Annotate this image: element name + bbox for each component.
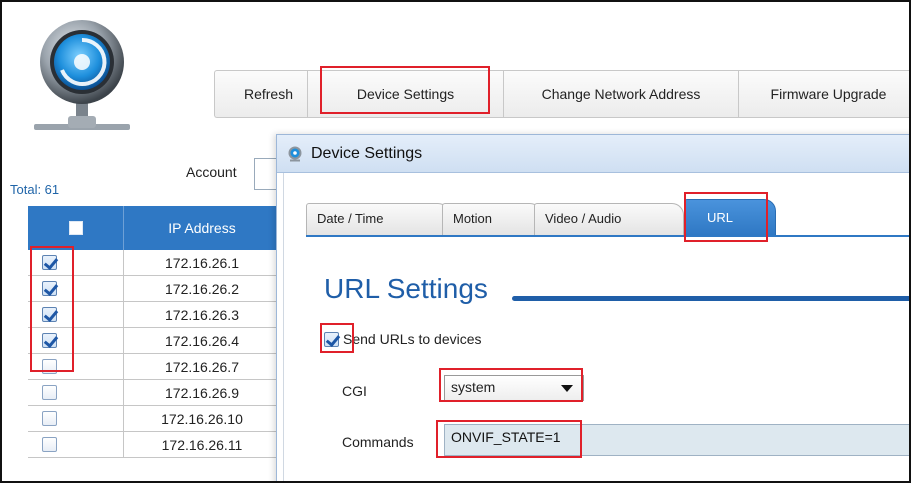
- table-row[interactable]: 172.16.26.1: [28, 250, 280, 276]
- row-checkbox[interactable]: [42, 411, 57, 426]
- tab-video-audio[interactable]: Video / Audio: [534, 203, 684, 235]
- commands-input[interactable]: ONVIF_STATE=1: [444, 424, 909, 456]
- cgi-selected-value: system: [451, 379, 496, 395]
- ip-address-cell: 172.16.26.7: [165, 359, 239, 375]
- row-check-cell: [28, 276, 124, 301]
- table-row[interactable]: 172.16.26.11: [28, 432, 280, 458]
- firmware-upgrade-button[interactable]: Firmware Upgrade: [738, 71, 909, 117]
- app-window: Refresh Device Settings Change Network A…: [0, 0, 911, 483]
- row-checkbox[interactable]: [42, 359, 57, 374]
- row-checkbox[interactable]: [42, 255, 57, 270]
- row-checkbox[interactable]: [42, 437, 57, 452]
- row-check-cell: [28, 302, 124, 327]
- row-check-cell: [28, 432, 124, 457]
- row-check-cell: [28, 406, 124, 431]
- row-checkbox[interactable]: [42, 333, 57, 348]
- row-check-cell: [28, 328, 124, 353]
- device-settings-dialog: Device Settings Date / Time Motion Video…: [276, 134, 909, 481]
- dropdown-arrow-icon: [561, 385, 573, 392]
- select-all-column: [28, 206, 124, 250]
- row-checkbox[interactable]: [42, 281, 57, 296]
- ip-address-cell: 172.16.26.11: [161, 437, 243, 453]
- cgi-select[interactable]: system: [444, 375, 584, 401]
- table-row[interactable]: 172.16.26.10: [28, 406, 280, 432]
- change-network-address-button[interactable]: Change Network Address: [503, 71, 738, 117]
- send-urls-label[interactable]: Send URLs to devices: [343, 331, 482, 347]
- row-checkbox[interactable]: [42, 307, 57, 322]
- row-check-cell: [28, 380, 124, 405]
- table-row[interactable]: 172.16.26.9: [28, 380, 280, 406]
- tab-underline: [306, 235, 909, 237]
- ip-address-column-header[interactable]: IP Address: [124, 206, 280, 250]
- ip-address-cell: 172.16.26.10: [161, 411, 243, 427]
- account-label: Account: [186, 164, 237, 180]
- refresh-button[interactable]: Refresh: [215, 71, 307, 117]
- ip-address-cell: 172.16.26.1: [165, 255, 239, 271]
- send-urls-row: Send URLs to devices: [324, 331, 482, 347]
- dialog-title: Device Settings: [311, 144, 423, 162]
- tab-date-time[interactable]: Date / Time: [306, 203, 450, 235]
- section-title-underline: [512, 296, 909, 301]
- select-all-checkbox[interactable]: [68, 221, 83, 235]
- device-table: IP Address 172.16.26.1 172.16.26.2 172.16.…: [28, 206, 280, 458]
- settings-tabs: Date / Time Motion Video / Audio URL: [306, 199, 909, 237]
- table-header: IP Address: [28, 206, 280, 250]
- table-row[interactable]: 172.16.26.3: [28, 302, 280, 328]
- total-count: Total: 61: [10, 182, 60, 197]
- table-row[interactable]: 172.16.26.7: [28, 354, 280, 380]
- tab-motion[interactable]: Motion: [442, 203, 542, 235]
- ip-address-cell: 172.16.26.3: [165, 307, 239, 323]
- commands-label: Commands: [342, 434, 414, 450]
- cgi-label: CGI: [342, 383, 367, 399]
- section-title: URL Settings: [324, 273, 488, 304]
- ip-address-cell: 172.16.26.9: [165, 385, 239, 401]
- ip-address-cell: 172.16.26.4: [165, 333, 239, 349]
- row-checkbox[interactable]: [42, 385, 57, 400]
- device-settings-button[interactable]: Device Settings: [307, 71, 503, 117]
- ip-address-cell: 172.16.26.2: [165, 281, 239, 297]
- row-check-cell: [28, 250, 124, 275]
- dialog-body: Date / Time Motion Video / Audio URL URL…: [283, 173, 909, 481]
- dialog-title-bar[interactable]: Device Settings: [277, 135, 909, 173]
- send-urls-checkbox[interactable]: [324, 331, 339, 347]
- app-logo-icon: [34, 20, 130, 130]
- tab-url[interactable]: URL: [684, 199, 776, 235]
- dialog-app-icon: [288, 146, 302, 161]
- row-check-cell: [28, 354, 124, 379]
- toolbar: Refresh Device Settings Change Network A…: [214, 70, 909, 118]
- table-row[interactable]: 172.16.26.2: [28, 276, 280, 302]
- table-row[interactable]: 172.16.26.4: [28, 328, 280, 354]
